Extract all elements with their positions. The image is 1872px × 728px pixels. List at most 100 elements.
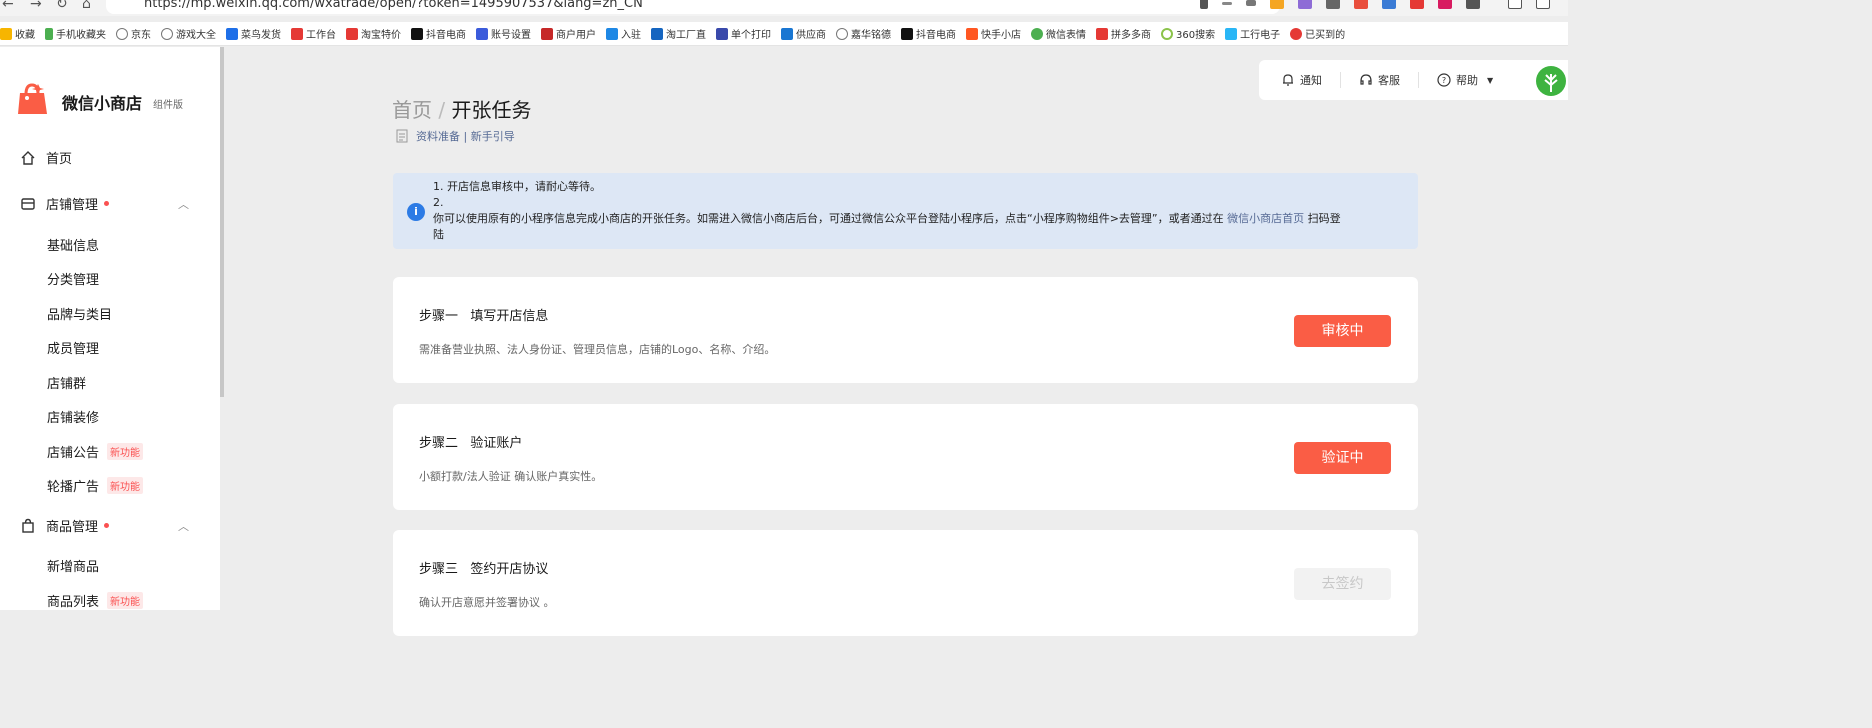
home-icon (21, 150, 35, 165)
bookmark[interactable]: 游戏大全 (161, 26, 216, 41)
sidebar-subitem[interactable]: 店铺公告 新功能 (47, 442, 144, 461)
step-desc: 确认开店意愿并签署协议 。 (419, 596, 555, 609)
bookmark[interactable]: 京东 (116, 26, 151, 41)
divider (1418, 72, 1419, 88)
star-icon (0, 27, 12, 40)
service-label: 客服 (1378, 74, 1400, 87)
back-icon[interactable]: ← (2, 0, 14, 12)
guide-links-text[interactable]: 资料准备 | 新手引导 (416, 128, 515, 144)
sidebar-subitem[interactable]: 商品列表 新功能 (47, 591, 144, 610)
search-ext-icon[interactable] (1382, 0, 1396, 9)
help-button[interactable]: ? 帮助 ▼ (1437, 72, 1493, 88)
bookmark[interactable]: 抖音电商 (901, 26, 956, 41)
sidebar-subitem[interactable]: 基础信息 (47, 235, 99, 254)
bookmark[interactable]: 菜鸟发货 (226, 26, 281, 41)
bookmark[interactable]: 微信表情 (1031, 26, 1086, 41)
bookmark[interactable]: 工作台 (291, 26, 336, 41)
step-card: 步骤一 填写开店信息 需准备营业执照、法人身份证、管理员信息，店铺的Logo、名… (393, 277, 1418, 383)
chevron-up-icon[interactable]: ︿ (178, 196, 189, 212)
forward-icon[interactable]: → (30, 0, 42, 12)
notice-line: 陆 (433, 228, 444, 241)
bookmark[interactable]: 快手小店 (966, 26, 1021, 41)
bookmark[interactable]: 淘工厂直 (651, 26, 706, 41)
brand-name: 微信小商店 (62, 94, 143, 113)
chevron-down-icon[interactable] (1246, 0, 1256, 6)
help-icon: ? (1437, 73, 1451, 87)
reload-icon[interactable]: ↻ (56, 0, 68, 12)
bookmark[interactable]: 账号设置 (476, 26, 531, 41)
more-icon[interactable] (1222, 2, 1232, 5)
bookmark[interactable]: 工行电子 (1225, 26, 1280, 41)
bookmark[interactable]: 入驻 (606, 26, 641, 41)
bookmark-icon (716, 27, 728, 40)
bookmark[interactable]: 单个打印 (716, 26, 771, 41)
bookmark-icon (541, 27, 553, 40)
extension-icon[interactable] (1298, 0, 1312, 9)
sidebar-subitem[interactable]: 轮播广告 新功能 (47, 476, 144, 495)
bookmark[interactable]: 收藏 (0, 26, 35, 41)
sidebar-item-goods-mgmt[interactable]: 商品管理 (20, 516, 110, 535)
sidebar-scrollbar[interactable] (220, 47, 224, 397)
chevron-up-icon[interactable]: ︿ (178, 518, 189, 534)
bookmark[interactable]: 抖音电商 (411, 26, 466, 41)
step-title: 步骤三 签约开店协议 (419, 562, 549, 577)
caret-down-icon: ▼ (1487, 75, 1494, 85)
game-icon[interactable] (1354, 0, 1368, 9)
download-icon[interactable] (1508, 0, 1522, 9)
bookmark-icon (1290, 27, 1303, 40)
sidebar-item-store-mgmt[interactable]: 店铺管理 (20, 194, 110, 213)
document-icon (396, 129, 408, 143)
extension-icon[interactable] (1438, 0, 1452, 9)
bookmark[interactable]: 商户用户 (541, 26, 596, 41)
reviewing-button[interactable]: 审核中 (1294, 315, 1391, 347)
page-title: 开张任务 (451, 98, 532, 122)
grid-icon[interactable] (1466, 0, 1480, 9)
extension-icon[interactable] (1410, 0, 1424, 9)
sidebar-subitem[interactable]: 分类管理 (47, 269, 99, 288)
home-icon[interactable]: ⌂ (82, 0, 91, 12)
step-desc: 需准备营业执照、法人身份证、管理员信息，店铺的Logo、名称、介绍。 (419, 343, 776, 356)
divider (1340, 72, 1341, 88)
lightning-icon[interactable] (1200, 0, 1208, 9)
sidebar-subitem[interactable]: 品牌与类目 (47, 304, 112, 323)
sidebar-item-home[interactable]: 首页 (20, 148, 72, 167)
store-home-link[interactable]: 微信小商店首页 (1227, 212, 1304, 225)
phone-icon (45, 27, 53, 40)
bookmark[interactable]: 已买到的 (1290, 26, 1345, 41)
guide-links[interactable]: 资料准备 | 新手引导 (396, 128, 515, 144)
new-feature-tag: 新功能 (107, 443, 144, 460)
tiktok-icon (901, 27, 913, 40)
sidebar-subitem[interactable]: 新增商品 (47, 556, 99, 575)
bookmark[interactable]: 嘉华铭德 (836, 26, 891, 41)
tiktok-icon (411, 27, 423, 40)
bookmark-icon (476, 27, 488, 40)
sidebar-subitem[interactable]: 店铺装修 (47, 407, 99, 426)
avatar[interactable] (1536, 66, 1566, 96)
store-icon (21, 197, 35, 210)
sidebar-subitem[interactable]: 成员管理 (47, 338, 99, 357)
url-text[interactable]: https://mp.weixin.qq.com/wxatrade/open/?… (144, 0, 643, 11)
verifying-button[interactable]: 验证中 (1294, 442, 1391, 474)
extension-icon[interactable] (1270, 0, 1284, 9)
sidebar-subitem[interactable]: 店铺群 (47, 373, 86, 392)
notify-button[interactable]: 通知 (1281, 72, 1322, 88)
step-title: 步骤二 验证账户 (419, 436, 523, 451)
svg-text:?: ? (1442, 76, 1446, 85)
red-dot-badge (104, 523, 110, 528)
undo-icon[interactable] (1536, 0, 1550, 9)
bookmark[interactable]: 拼多多商 (1096, 26, 1151, 41)
service-button[interactable]: 客服 (1359, 72, 1400, 88)
bookmark[interactable]: 淘宝特价 (346, 26, 401, 41)
sidebar-item-label: 店铺管理 (46, 198, 99, 213)
new-feature-tag: 新功能 (107, 477, 144, 494)
bookmark-icon (966, 27, 978, 40)
bookmark[interactable]: 供应商 (781, 26, 826, 41)
store-logo-icon (18, 83, 47, 114)
breadcrumb-home[interactable]: 首页 (392, 98, 432, 122)
scissors-icon[interactable] (1326, 0, 1340, 9)
bookmark[interactable]: 360搜索 (1161, 26, 1215, 41)
sidebar-item-label: 商品管理 (46, 520, 99, 535)
bookmark[interactable]: 手机收藏夹 (45, 26, 106, 41)
extension-icons (1200, 0, 1550, 9)
sign-agreement-button[interactable]: 去签约 (1294, 568, 1391, 600)
